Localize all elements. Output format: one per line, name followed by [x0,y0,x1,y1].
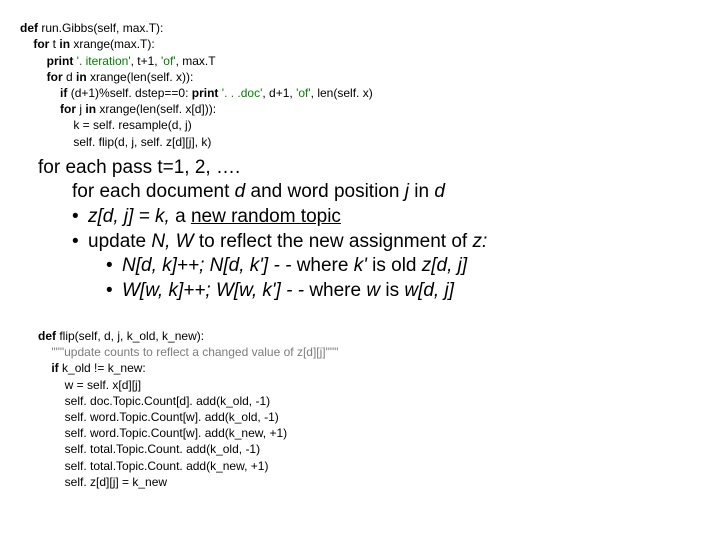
code-text: , t+1, [131,54,161,68]
code-line: self. flip(d, j, self. z[d][j], k) [20,135,211,149]
text: for each document [72,181,235,202]
code-line: self. total.Topic.Count. add(k_new, +1) [38,459,268,473]
code-text: , len(self. x) [311,86,373,100]
underlined-text: new random topic [191,206,341,227]
kw-def: def [20,21,38,35]
kw-in: in [76,70,87,84]
code-text: d [63,70,76,84]
kw-print: print [47,54,74,68]
text: where [297,255,354,276]
var-kprime: k' [354,255,372,276]
pseudo-line: •z[d, j] = k, a new random topic [38,205,720,230]
var-w: w [366,280,380,301]
code-block-rungibbs: def run.Gibbs(self, max.T): for t in xra… [20,4,720,150]
kw-in: in [59,37,70,51]
text: to reflect the new assignment of [194,231,473,252]
code-text: , max.T [176,54,216,68]
pseudo-line: for each pass t=1, 2, …. [38,156,720,181]
code-indent [38,345,51,359]
string-literal: 'of' [296,86,311,100]
bullet-icon: • [72,205,88,230]
code-indent [20,37,33,51]
var-d: d [434,181,445,202]
text: in [409,181,434,202]
code-text: run.Gibbs(self, max.T): [38,21,163,35]
pseudo-line: •update N, W to reflect the new assignme… [38,230,720,255]
code-text: xrange(len(self. x[d])): [96,102,216,116]
var-z: z: [472,231,487,252]
var-wdj: w[d, j] [404,280,454,301]
text: and word position [245,181,405,202]
code-indent [38,361,51,375]
text: update [88,231,151,252]
code-line: self. word.Topic.Count[w]. add(k_new, +1… [38,426,287,440]
text: is old [372,255,422,276]
code-indent [20,54,47,68]
var-zdj: z[d, j] [422,255,467,276]
code-block-flip: def flip(self, d, j, k_old, k_new): """u… [38,312,720,490]
kw-if: if [51,361,58,375]
assignment: z[d, j] = k, [88,206,170,227]
var-d: d [235,181,246,202]
code-text: k_old != k_new: [59,361,146,375]
pseudocode-block: for each pass t=1, 2, …. for each docume… [38,156,720,304]
bullet-icon: • [106,254,122,279]
string-literal: '. . .doc' [218,86,262,100]
pseudo-line: •W[w, k]++; W[w, k'] - - where w is w[d,… [38,279,720,304]
code-text: xrange(len(self. x)): [87,70,194,84]
kw-for: for [47,70,63,84]
vars-nw: N, W [151,231,193,252]
code-line: self. z[d][j] = k_new [38,475,167,489]
kw-for: for [33,37,49,51]
code-text: , d+1, [262,86,296,100]
code-text: (d+1)%self. dstep==0: [67,86,191,100]
kw-in: in [85,102,96,116]
docstring: """update counts to reflect a changed va… [51,345,338,359]
text: where [309,280,366,301]
code-text: flip(self, d, j, k_old, k_new): [56,329,204,343]
string-literal: '. iteration' [73,54,130,68]
code-indent [20,102,60,116]
text: is [380,280,404,301]
code-text: t [49,37,59,51]
kw-print: print [192,86,219,100]
code-text: j [76,102,85,116]
update-w: W[w, k]++; W[w, k'] - - [122,280,309,301]
update-n: N[d, k]++; N[d, k'] - - [122,255,297,276]
code-indent [20,70,47,84]
bullet-icon: • [106,279,122,304]
code-text: xrange(max.T): [70,37,155,51]
text: for each pass t=1, 2, …. [38,157,240,178]
kw-def: def [38,329,56,343]
slide: def run.Gibbs(self, max.T): for t in xra… [0,0,720,540]
code-line: self. total.Topic.Count. add(k_old, -1) [38,442,260,456]
pseudo-line: for each document d and word position j … [38,180,720,205]
pseudo-line: •N[d, k]++; N[d, k'] - - where k' is old… [38,254,720,279]
string-literal: 'of' [161,54,176,68]
code-line: self. word.Topic.Count[w]. add(k_old, -1… [38,410,279,424]
code-line: self. doc.Topic.Count[d]. add(k_old, -1) [38,394,270,408]
kw-for: for [60,102,76,116]
bullet-icon: • [72,230,88,255]
code-indent [20,86,60,100]
code-line: k = self. resample(d, j) [20,118,192,132]
code-line: w = self. x[d][j] [38,378,141,392]
text: a [170,206,191,227]
